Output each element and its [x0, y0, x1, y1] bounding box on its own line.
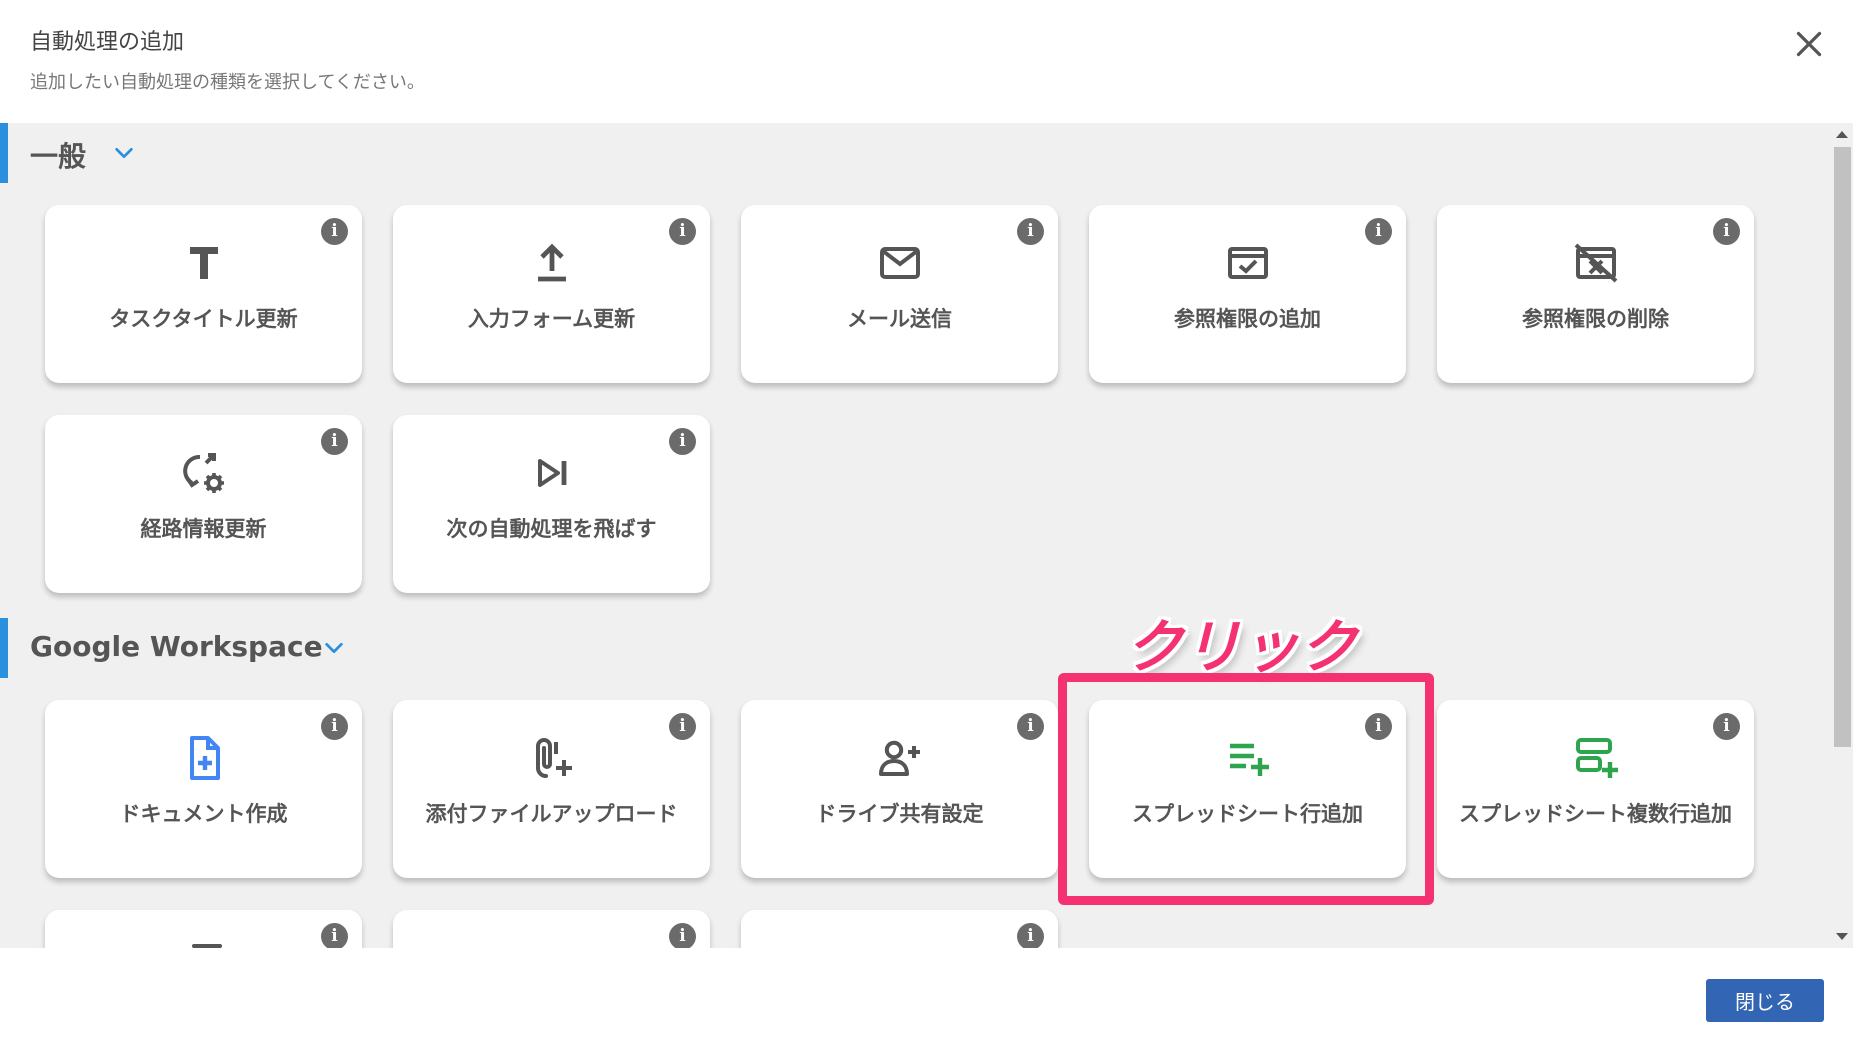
automation-card-task-title[interactable]: i タスクタイトル更新: [45, 205, 362, 383]
rows-add-icon: [1575, 738, 1618, 778]
section-accent-bar: [0, 123, 8, 183]
row-add-icon: [1229, 743, 1269, 776]
scroll-down-arrow-icon[interactable]: [1836, 933, 1848, 940]
mail-icon: [879, 247, 920, 279]
automation-list-content: 一般 i タスクタイトル更新 i 入力フォーム更新 i メール送信 i 参照権限…: [0, 123, 1830, 948]
click-annotation: クリック: [1125, 613, 1358, 681]
document-add-icon: [189, 736, 220, 780]
dialog-title: 自動処理の追加: [30, 30, 185, 55]
automation-card-drive-share[interactable]: i ドライブ共有設定: [741, 700, 1058, 878]
route-settings-icon: [182, 453, 224, 493]
automation-card-skip[interactable]: i 次の自動処理を飛ばす: [393, 415, 710, 593]
info-icon[interactable]: i: [321, 923, 348, 948]
title-text-icon: [189, 247, 218, 279]
automation-card-sheet-row-add[interactable]: i スプレッドシート行追加: [1089, 700, 1406, 878]
section-accent-bar: [0, 618, 8, 678]
attachment-add-icon: [535, 738, 572, 778]
skip-next-icon: [537, 459, 566, 487]
info-icon[interactable]: i: [1017, 923, 1044, 948]
card-label: 経路情報更新: [140, 517, 267, 541]
card-label: スプレッドシート複数行追加: [1459, 802, 1732, 826]
card-label: ドライブ共有設定: [815, 802, 984, 826]
automation-card-mail[interactable]: i メール送信: [741, 205, 1058, 383]
automation-card-route[interactable]: i 経路情報更新: [45, 415, 362, 593]
automation-card-permission-add[interactable]: i 参照権限の追加: [1089, 205, 1406, 383]
automation-list[interactable]: 一般 i タスクタイトル更新 i 入力フォーム更新 i メール送信 i 参照権限…: [0, 123, 1853, 948]
automation-card-partial[interactable]: i: [393, 910, 710, 948]
card-label: 添付ファイルアップロード: [425, 802, 678, 826]
card-label: 次の自動処理を飛ばす: [446, 517, 657, 541]
close-button[interactable]: 閉じる: [1706, 979, 1824, 1022]
scroll-up-arrow-icon[interactable]: [1836, 131, 1848, 138]
automation-card-attachment[interactable]: i 添付ファイルアップロード: [393, 700, 710, 878]
permission-remove-icon: [1574, 243, 1617, 283]
section-title-google: Google Workspace: [30, 630, 323, 663]
card-label: 参照権限の削除: [1522, 307, 1669, 331]
automation-card-partial[interactable]: i: [741, 910, 1058, 948]
automation-card-document[interactable]: i ドキュメント作成: [45, 700, 362, 878]
automation-card-partial[interactable]: i: [45, 910, 362, 948]
card-label: 参照権限の追加: [1174, 307, 1321, 331]
close-icon[interactable]: [1791, 26, 1827, 62]
person-add-icon: [878, 740, 920, 776]
scrollbar[interactable]: [1830, 123, 1853, 948]
dialog-subtitle: 追加したい自動処理の種類を選択してください。: [30, 72, 425, 93]
upload-arrow-icon: [537, 243, 566, 282]
card-label: スプレッドシート行追加: [1132, 802, 1363, 826]
info-icon[interactable]: i: [669, 923, 696, 948]
section-title-general: 一般: [30, 140, 87, 173]
card-label: メール送信: [847, 307, 952, 331]
chevron-down-icon[interactable]: [323, 637, 345, 659]
automation-card-sheet-rows-add[interactable]: i スプレッドシート複数行追加: [1437, 700, 1754, 878]
card-label: ドキュメント作成: [119, 802, 288, 826]
chevron-down-icon[interactable]: [113, 142, 135, 164]
permission-add-icon: [1227, 247, 1268, 279]
scrollbar-thumb[interactable]: [1834, 147, 1851, 747]
card-label: タスクタイトル更新: [109, 307, 298, 331]
dialog-header: 自動処理の追加 追加したい自動処理の種類を選択してください。: [0, 0, 1853, 123]
card-label: 入力フォーム更新: [467, 307, 636, 331]
automation-card-permission-remove[interactable]: i 参照権限の削除: [1437, 205, 1754, 383]
automation-card-form-update[interactable]: i 入力フォーム更新: [393, 205, 710, 383]
dialog-footer: 閉じる: [0, 948, 1853, 1047]
